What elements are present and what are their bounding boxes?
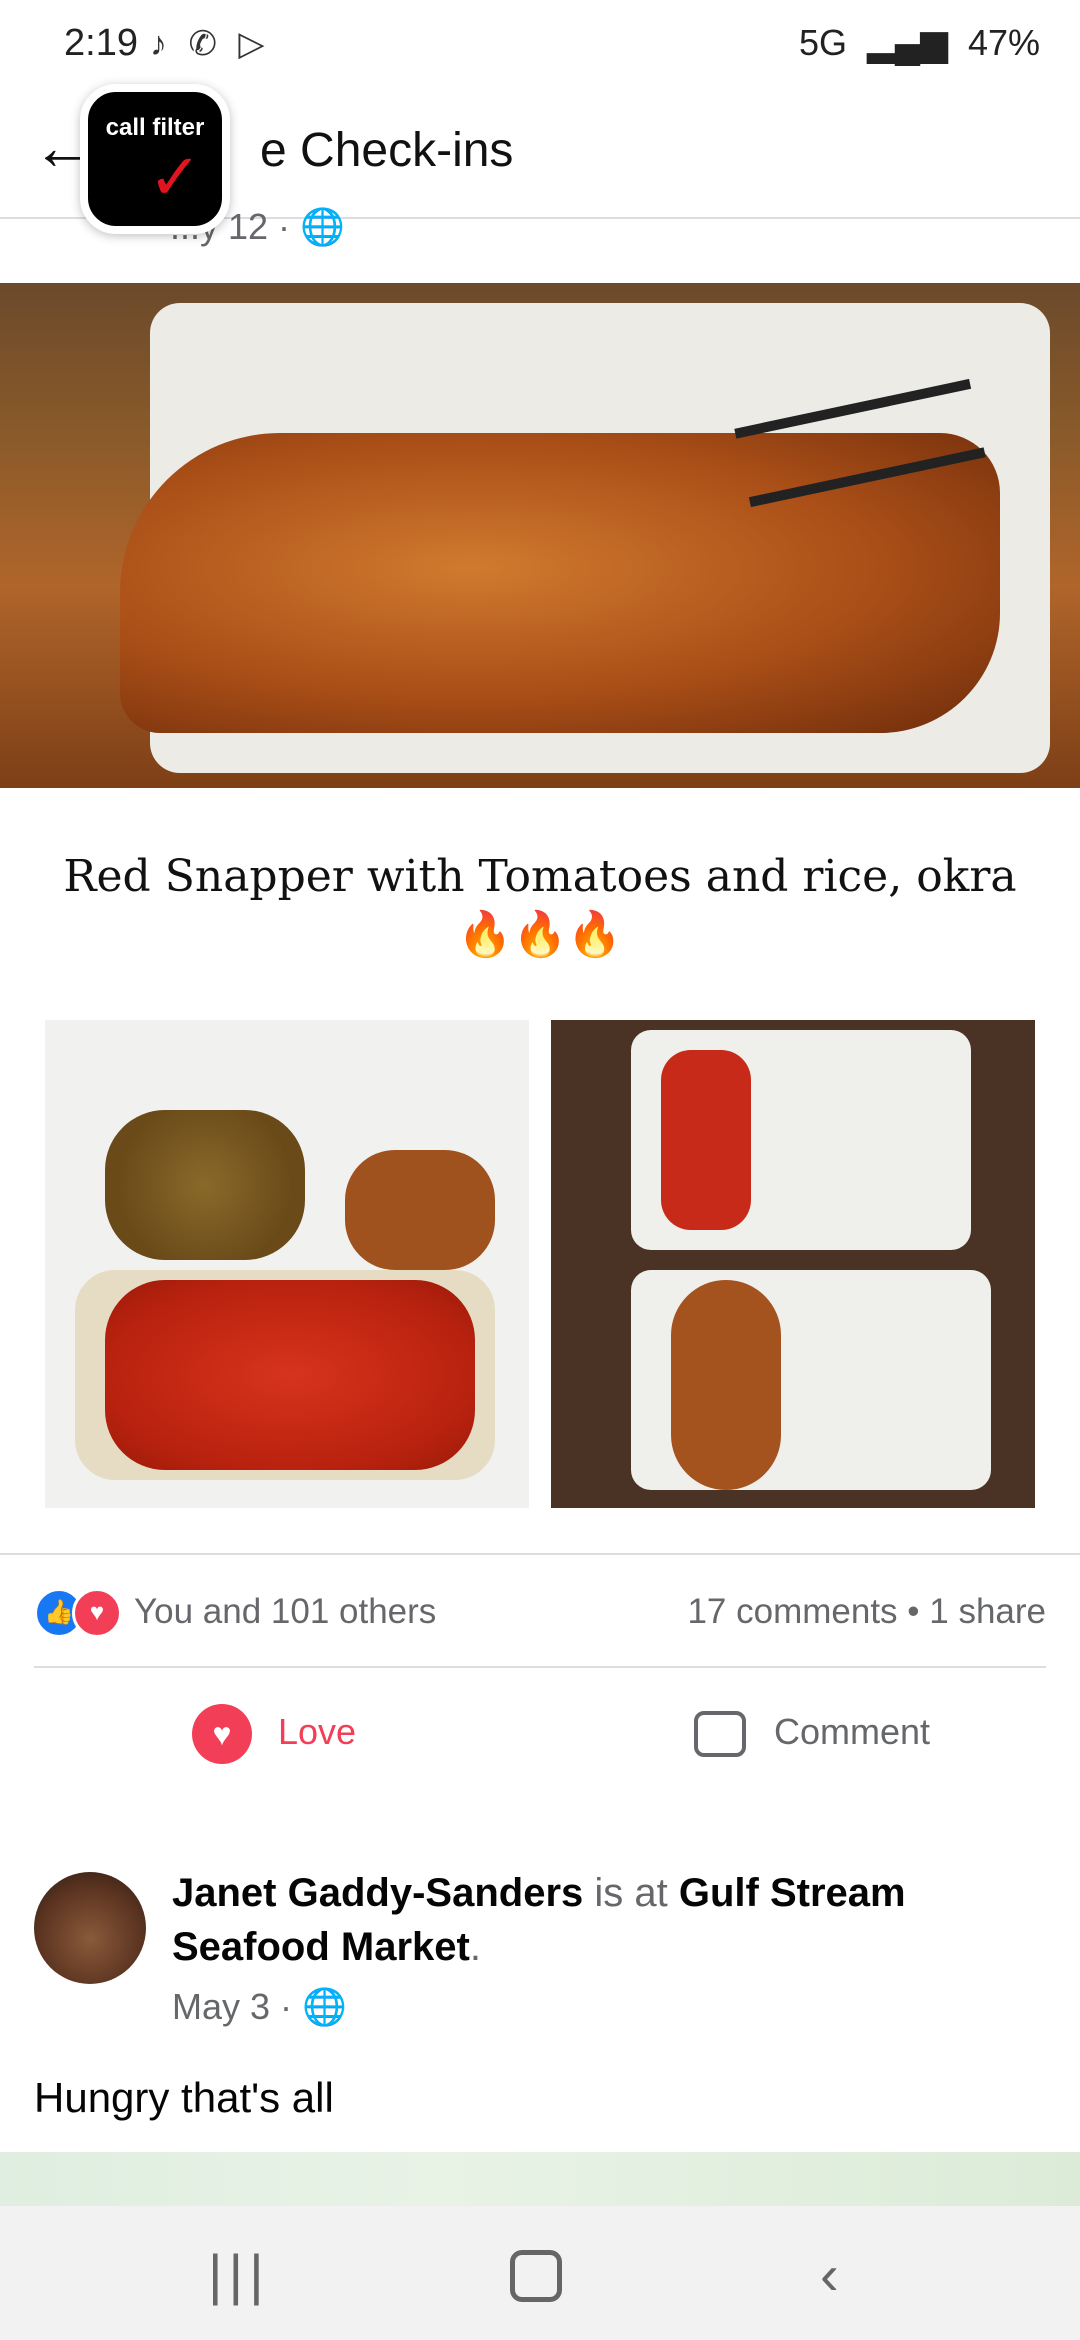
post-text: Hungry that's all: [34, 2074, 334, 2121]
page-title: e Check-ins: [260, 124, 514, 177]
love-button[interactable]: ♥ Love: [192, 1700, 357, 1765]
map-preview[interactable]: [0, 2152, 1080, 2206]
post-caption: Red Snapper with Tomatoes and rice, okra…: [63, 851, 1017, 960]
call-filter-bubble[interactable]: call filter ✓: [80, 84, 230, 234]
post-photo-right[interactable]: [551, 1020, 1035, 1508]
system-nav-bar: ||| ‹: [0, 2206, 1080, 2340]
hushpuppy-shape: [345, 1150, 495, 1270]
back-icon[interactable]: ‹: [820, 2242, 839, 2307]
avatar[interactable]: [34, 1872, 146, 1984]
post-photo-left[interactable]: [45, 1020, 529, 1508]
home-icon[interactable]: [510, 2250, 562, 2302]
heart-icon: ♥: [192, 1704, 252, 1765]
divider: [34, 1666, 1046, 1668]
status-bar: 2:19 ♪ ✆ ▷ 5G ▂▄▆ 47%: [0, 0, 1080, 95]
reactions-summary[interactable]: You and 101 others: [134, 1592, 436, 1632]
post-author-line: Janet Gaddy-Sanders is at Gulf Stream Se…: [172, 1866, 1032, 1974]
checkin-connector: is at: [594, 1871, 668, 1915]
love-label: Love: [278, 1711, 357, 1752]
status-time: 2:19: [64, 22, 138, 64]
comment-bubble-icon: [694, 1711, 746, 1758]
signal-icon: ▂▄▆: [867, 22, 948, 63]
author-name-link[interactable]: Janet Gaddy-Sanders: [172, 1871, 583, 1915]
comments-shares-count[interactable]: 17 comments • 1 share: [687, 1592, 1046, 1632]
tomato-shape: [661, 1050, 751, 1230]
divider: [0, 1553, 1080, 1555]
post-hero-image[interactable]: [0, 283, 1080, 788]
heart-icon: ♥: [72, 1588, 122, 1638]
comment-button[interactable]: Comment: [694, 1700, 930, 1764]
status-right: 5G ▂▄▆ 47%: [789, 22, 1040, 64]
tomato-shape: [105, 1280, 475, 1470]
fried-fish-shape: [671, 1280, 781, 1490]
recent-apps-icon[interactable]: |||: [208, 2242, 270, 2307]
comment-label: Comment: [774, 1711, 931, 1752]
network-label: 5G: [798, 22, 848, 63]
checkmark-icon: ✓: [148, 141, 202, 213]
post-date[interactable]: May 3 · 🌐: [172, 1986, 347, 2028]
notification-icons: ♪ ✆ ▷: [150, 25, 271, 63]
battery-label: 47%: [967, 22, 1040, 63]
period: .: [469, 1925, 481, 1969]
okra-shape: [105, 1110, 305, 1260]
call-filter-label: call filter: [105, 114, 205, 141]
